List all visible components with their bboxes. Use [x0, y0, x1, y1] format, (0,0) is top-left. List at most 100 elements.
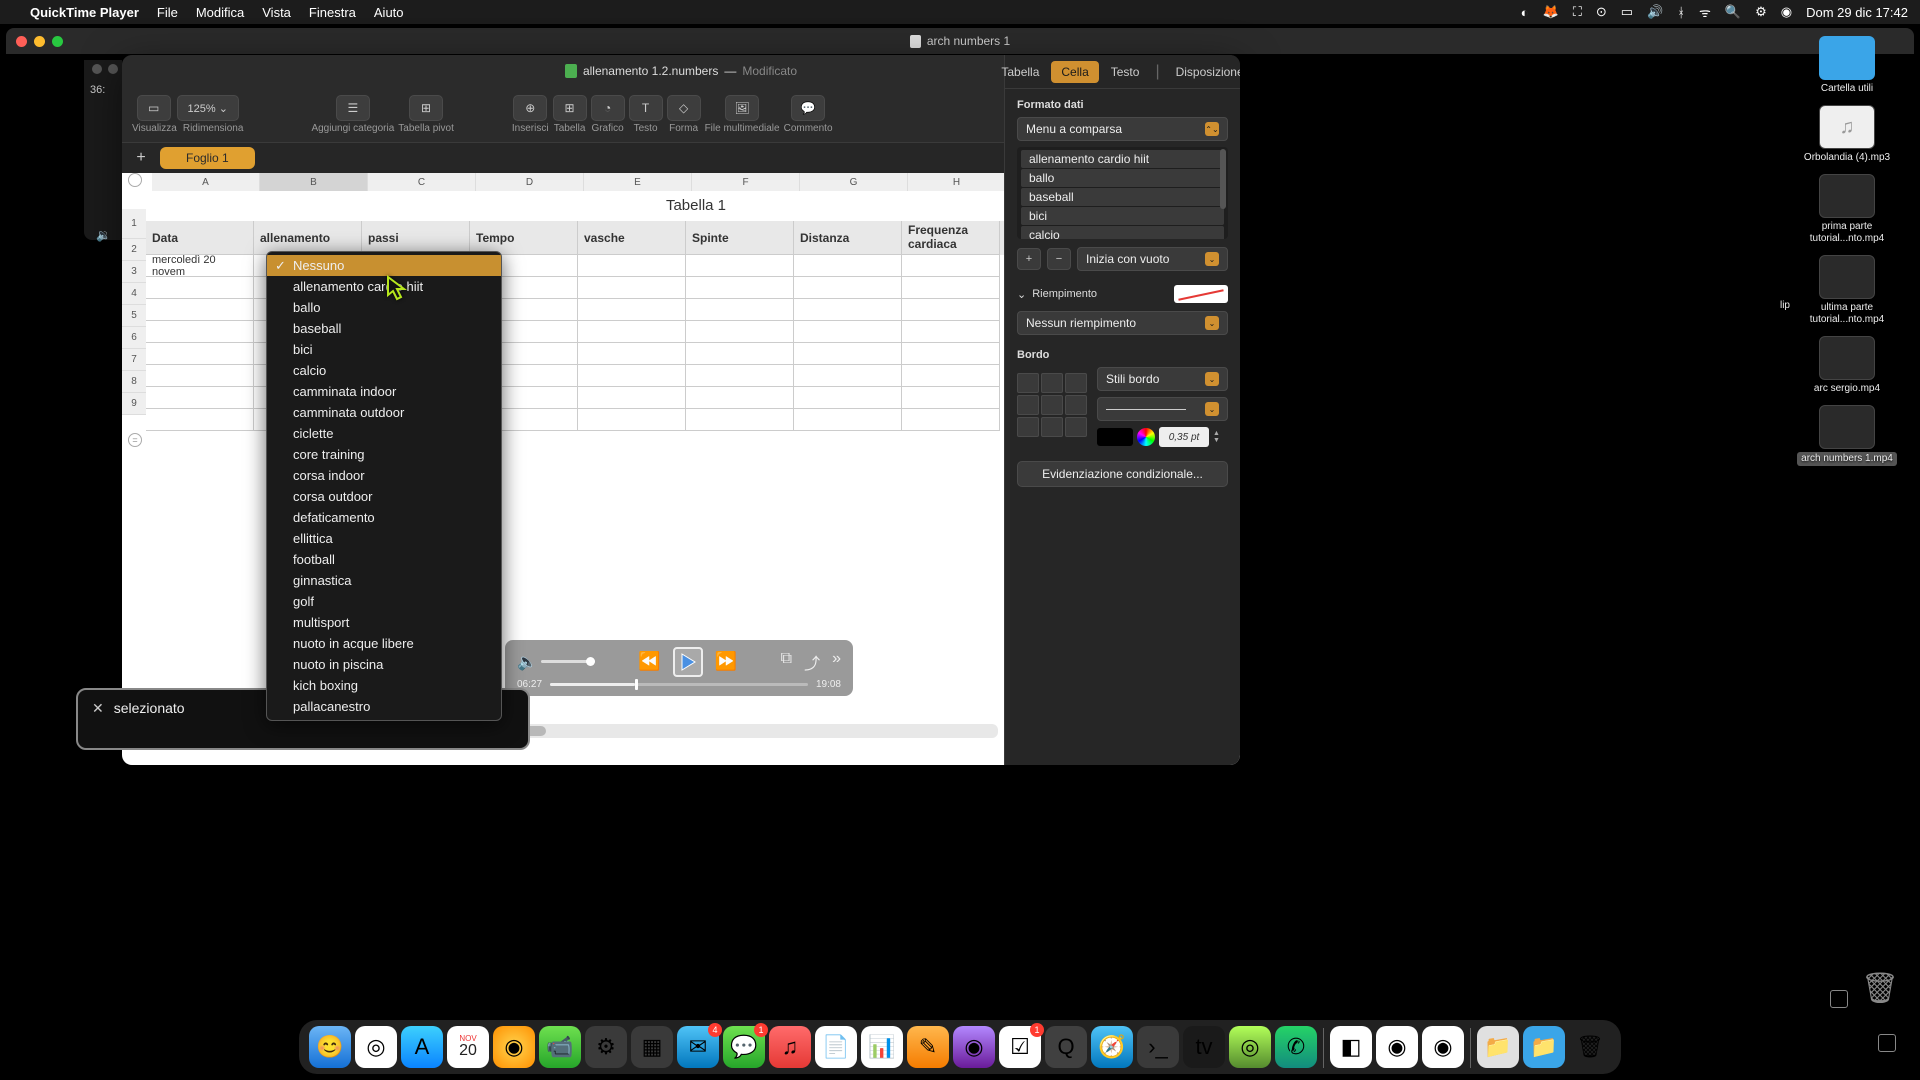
status-control-center-icon[interactable]: ⚙ — [1755, 4, 1767, 20]
popup-item[interactable]: corsa outdoor — [267, 486, 501, 507]
list-item[interactable]: ballo — [1021, 169, 1224, 187]
cell[interactable] — [902, 255, 1000, 277]
share-button[interactable]: ⤴ — [804, 650, 820, 674]
border-preset[interactable] — [1065, 417, 1087, 437]
row-header[interactable]: 5 — [122, 305, 146, 327]
remove-option-button[interactable]: − — [1047, 248, 1071, 270]
fill-swatch[interactable] — [1174, 285, 1228, 303]
popup-item[interactable]: baseball — [267, 318, 501, 339]
header-cell[interactable]: Distanza — [794, 221, 902, 255]
table-button[interactable]: ⊞ — [553, 95, 587, 121]
popup-item[interactable]: ginnastica — [267, 570, 501, 591]
cell[interactable] — [686, 255, 794, 277]
dock-quicktime[interactable]: Q — [1045, 1026, 1087, 1068]
comment-button[interactable]: 💬 — [791, 95, 825, 121]
status-wifi-icon[interactable]: ᯤ — [1699, 3, 1711, 21]
fill-select[interactable]: Nessun riempimento ⌄ — [1017, 311, 1228, 335]
border-line-select[interactable]: ⌄ — [1097, 397, 1228, 421]
menu-window[interactable]: Finestra — [309, 5, 356, 20]
cell[interactable] — [794, 255, 902, 277]
pivot-button[interactable]: ⊞ — [409, 95, 443, 121]
popup-item[interactable]: pallacanestro — [267, 696, 501, 717]
col-header[interactable]: G — [800, 173, 908, 191]
border-preset[interactable] — [1017, 395, 1039, 415]
desktop-video-file[interactable]: ultima parte tutorial...nto.mp4 — [1797, 255, 1897, 326]
col-header[interactable]: F — [692, 173, 800, 191]
popup-item[interactable]: calcio — [267, 360, 501, 381]
border-preset[interactable] — [1041, 373, 1063, 393]
inspector-tab-table[interactable]: Tabella — [991, 61, 1049, 83]
row-header[interactable]: 7 — [122, 349, 146, 371]
dock-settings[interactable]: ⚙ — [585, 1026, 627, 1068]
popup-item[interactable]: defaticamento — [267, 507, 501, 528]
dock-safari[interactable]: 🧭 — [1091, 1026, 1133, 1068]
list-item[interactable]: allenamento cardio hiit — [1021, 150, 1224, 168]
col-header[interactable]: E — [584, 173, 692, 191]
view-button[interactable]: ▭ — [137, 95, 171, 121]
popup-item[interactable]: ciclette — [267, 423, 501, 444]
desktop-folder[interactable]: Cartella utili — [1797, 36, 1897, 95]
col-header[interactable]: B — [260, 173, 368, 191]
row-header[interactable]: 6 — [122, 327, 146, 349]
scrollbar[interactable] — [1220, 149, 1226, 209]
menu-edit[interactable]: Modifica — [196, 5, 244, 20]
popup-item[interactable]: golf — [267, 591, 501, 612]
popup-item[interactable]: kich boxing — [267, 675, 501, 696]
add-category-button[interactable]: ☰ — [336, 95, 370, 121]
list-item[interactable]: baseball — [1021, 188, 1224, 206]
dock-mail[interactable]: ✉4 — [677, 1026, 719, 1068]
close-button[interactable] — [16, 36, 27, 47]
sheet-tab[interactable]: Foglio 1 — [160, 147, 255, 169]
dock-calendar[interactable]: NOV20 — [447, 1026, 489, 1068]
row-header[interactable]: 1 — [122, 209, 146, 239]
popup-item[interactable]: allenamento cardio hiit — [267, 276, 501, 297]
dock-reminders[interactable]: ☑1 — [999, 1026, 1041, 1068]
dock-shortcuts[interactable]: ◎ — [355, 1026, 397, 1068]
dock-facetime[interactable]: 📹 — [539, 1026, 581, 1068]
inspector-tab-cell[interactable]: Cella — [1051, 61, 1098, 83]
popup-item[interactable]: football — [267, 549, 501, 570]
status-play-icon[interactable]: ⊙ — [1596, 4, 1607, 20]
desktop-video-file[interactable]: prima parte tutorial...nto.mp4 — [1797, 174, 1897, 245]
cell[interactable]: mercoledì 20 novem — [146, 255, 254, 277]
dock-app[interactable]: ◉ — [493, 1026, 535, 1068]
dock-numbers[interactable]: 📊 — [861, 1026, 903, 1068]
cell-popup-menu[interactable]: ✓Nessuno allenamento cardio hiit ballo b… — [266, 251, 502, 721]
media-button[interactable]: 🖼 — [725, 95, 759, 121]
close-caption-button[interactable]: ✕ — [92, 700, 104, 717]
insert-button[interactable]: ⊕ — [513, 95, 547, 121]
status-display-icon[interactable]: ▭ — [1621, 4, 1633, 20]
list-item[interactable]: calcio — [1021, 226, 1224, 239]
dock-podcasts[interactable]: ◉ — [953, 1026, 995, 1068]
desktop-video-file[interactable]: arch numbers 1.mp4 — [1797, 405, 1897, 466]
rewind-button[interactable]: ⏪ — [638, 651, 660, 672]
status-bluetooth-icon[interactable]: ᚼ — [1677, 5, 1685, 20]
volume-icon[interactable]: 🔈 — [517, 652, 537, 672]
row-header[interactable]: 8 — [122, 371, 146, 393]
status-icon[interactable]: ◐ — [1521, 5, 1529, 20]
shape-button[interactable]: ◇ — [667, 95, 701, 121]
header-cell[interactable]: vasche — [578, 221, 686, 255]
list-item[interactable]: bici — [1021, 207, 1224, 225]
popup-item[interactable]: nuoto in piscina — [267, 654, 501, 675]
popup-item[interactable]: bici — [267, 339, 501, 360]
forward-button[interactable]: ⏩ — [715, 651, 737, 672]
dock-app[interactable]: ◧ — [1330, 1026, 1372, 1068]
dock-pages[interactable]: ✎ — [907, 1026, 949, 1068]
header-cell[interactable]: Spinte — [686, 221, 794, 255]
start-with-select[interactable]: Inizia con vuoto ⌄ — [1077, 247, 1228, 271]
dock-folder[interactable]: 📁 — [1477, 1026, 1519, 1068]
text-button[interactable]: T — [629, 95, 663, 121]
menu-file[interactable]: File — [157, 5, 178, 20]
dock-tv[interactable]: tv — [1183, 1026, 1225, 1068]
dock-downloads[interactable]: 📁 — [1523, 1026, 1565, 1068]
app-name[interactable]: QuickTime Player — [30, 5, 139, 20]
header-cell[interactable]: Data — [146, 221, 254, 255]
volume-slider[interactable] — [541, 660, 595, 663]
zoom-select[interactable]: 125% ⌄ — [177, 95, 239, 121]
minimize-button[interactable] — [34, 36, 45, 47]
border-style-select[interactable]: Stili bordo ⌄ — [1097, 367, 1228, 391]
dock-findmy[interactable]: ◎ — [1229, 1026, 1271, 1068]
col-header[interactable]: D — [476, 173, 584, 191]
desktop-video-file[interactable]: arc sergio.mp4 — [1797, 336, 1897, 395]
